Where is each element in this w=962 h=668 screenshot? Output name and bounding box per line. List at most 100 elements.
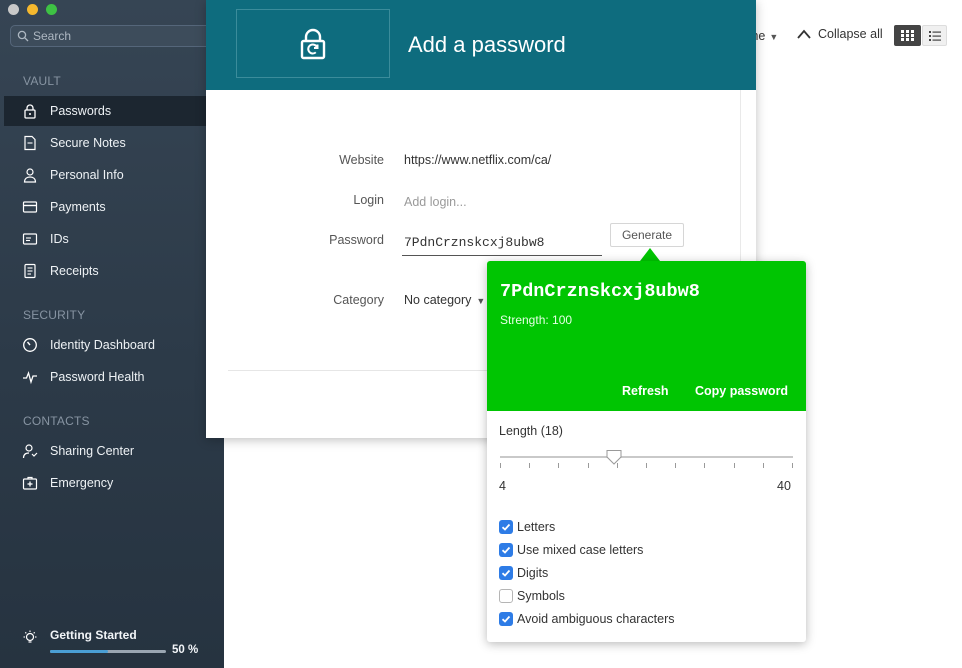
slider-tick [500, 463, 501, 468]
slider-tick [529, 463, 530, 468]
list-icon [928, 30, 941, 41]
option-label: Letters [517, 520, 556, 534]
sidebar-item-receipts[interactable]: Receipts [4, 256, 224, 286]
sidebar-item-identity-dashboard[interactable]: Identity Dashboard [4, 330, 224, 360]
list-view-button[interactable] [922, 25, 947, 46]
grid-view-button[interactable] [894, 25, 921, 46]
option-label: Avoid ambiguous characters [517, 612, 675, 626]
login-field[interactable] [404, 193, 584, 211]
password-generator-popover: 7PdnCrznskcxj8ubw8 Strength: 100 Refresh… [487, 261, 806, 642]
length-slider-track[interactable] [500, 456, 793, 458]
password-label: Password [329, 233, 384, 247]
section-heading-contacts: CONTACTS [23, 414, 90, 428]
lock-icon [22, 103, 38, 119]
sidebar-item-label: Sharing Center [50, 444, 135, 458]
receipt-icon [22, 263, 38, 279]
sidebar-item-label: IDs [50, 232, 69, 246]
lock-refresh-icon [300, 28, 326, 59]
slider-tick [734, 463, 735, 468]
website-field[interactable]: https://www.netflix.com/ca/ [404, 153, 551, 167]
option-symbols[interactable]: Symbols [499, 587, 565, 605]
refresh-button[interactable]: Refresh [622, 384, 669, 398]
checkbox-mixed-case[interactable] [499, 543, 513, 557]
section-heading-security: SECURITY [23, 308, 86, 322]
chevron-down-icon: ▼ [769, 32, 779, 42]
option-label: Digits [517, 566, 549, 580]
emergency-icon [22, 475, 38, 491]
sidebar-item-personal-info[interactable]: Personal Info [4, 160, 224, 190]
sidebar-item-password-health[interactable]: Password Health [4, 362, 224, 392]
category-dropdown[interactable]: No category ▼ [404, 293, 485, 307]
id-icon [22, 231, 38, 247]
copy-password-button[interactable]: Copy password [695, 384, 788, 398]
window-zoom-button[interactable] [46, 4, 57, 15]
checkbox-digits[interactable] [499, 566, 513, 580]
slider-tick [792, 463, 793, 468]
category-value: No category [404, 293, 472, 307]
pulse-icon [22, 369, 38, 385]
sidebar-item-secure-notes[interactable]: Secure Notes [4, 128, 224, 158]
popover-arrow [640, 248, 660, 261]
dialog-title: Add a password [408, 32, 566, 57]
website-label: Website [339, 153, 384, 167]
sidebar-item-emergency[interactable]: Emergency [4, 468, 224, 498]
option-letters[interactable]: Letters [499, 518, 555, 536]
login-label: Login [353, 193, 384, 207]
lightbulb-icon [23, 630, 37, 643]
card-icon [22, 199, 38, 215]
sidebar-item-ids[interactable]: IDs [4, 224, 224, 254]
getting-started[interactable]: Getting Started 50 % [22, 626, 212, 660]
chevron-up-icon [797, 29, 811, 39]
sidebar-item-label: Emergency [50, 476, 114, 490]
chevron-down-icon: ▼ [476, 296, 486, 306]
dialog-header: Add a password [206, 0, 756, 90]
slider-tick [646, 463, 647, 468]
option-mixed-case[interactable]: Use mixed case letters [499, 541, 643, 559]
sidebar-item-label: Personal Info [50, 168, 124, 182]
sidebar-item-label: Secure Notes [50, 136, 126, 150]
person-icon [22, 167, 38, 183]
length-label: Length (18) [499, 424, 563, 438]
length-max-label: 40 [777, 479, 791, 493]
category-label: Category [333, 293, 384, 307]
sidebar-item-payments[interactable]: Payments [4, 192, 224, 222]
sidebar-item-passwords[interactable]: Passwords [4, 96, 224, 126]
sidebar-item-sharing-center[interactable]: Sharing Center [4, 436, 224, 466]
slider-tick [704, 463, 705, 468]
generated-password-panel: 7PdnCrznskcxj8ubw8 Strength: 100 Refresh… [487, 261, 806, 411]
note-icon [22, 135, 38, 151]
option-avoid-ambiguous[interactable]: Avoid ambiguous characters [499, 610, 675, 628]
slider-tick [675, 463, 676, 468]
search-input[interactable] [33, 28, 209, 44]
window-close-button[interactable] [8, 4, 19, 15]
section-heading-vault: VAULT [23, 74, 61, 88]
sidebar-item-label: Password Health [50, 370, 145, 384]
sidebar: VAULT Passwords Secure Notes Personal In… [0, 0, 224, 668]
sidebar-item-label: Identity Dashboard [50, 338, 155, 352]
sidebar-item-label: Passwords [50, 104, 112, 118]
window-minimize-button[interactable] [27, 4, 38, 15]
slider-tick [763, 463, 764, 468]
checkbox-avoid-ambiguous[interactable] [499, 612, 513, 626]
password-field[interactable] [402, 230, 602, 256]
slider-tick [558, 463, 559, 468]
getting-started-progress-bar [50, 650, 166, 653]
length-min-label: 4 [499, 479, 506, 493]
dashboard-icon [22, 337, 38, 353]
getting-started-percent: 50 % [172, 644, 199, 656]
checkbox-symbols[interactable] [499, 589, 513, 603]
checkbox-letters[interactable] [499, 520, 513, 534]
share-icon [22, 443, 38, 459]
getting-started-progress-fill [50, 650, 108, 653]
length-slider-thumb[interactable] [606, 449, 622, 465]
search-box [10, 25, 214, 47]
generate-button[interactable]: Generate [610, 223, 684, 247]
strength-label: Strength: 100 [500, 313, 573, 327]
option-label: Use mixed case letters [517, 543, 644, 557]
grid-icon [901, 30, 914, 41]
collapse-all-label: Collapse all [818, 27, 883, 41]
option-digits[interactable]: Digits [499, 564, 548, 582]
collapse-all-button[interactable]: Collapse all [796, 27, 883, 41]
item-icon-frame[interactable] [236, 9, 390, 78]
sidebar-item-label: Receipts [50, 264, 99, 278]
